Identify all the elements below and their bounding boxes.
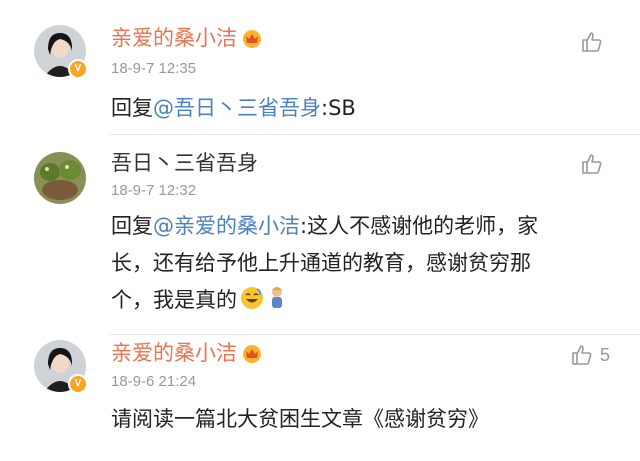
like-count: 5 bbox=[599, 344, 610, 365]
avatar[interactable] bbox=[34, 152, 86, 204]
avatar[interactable]: V bbox=[34, 25, 88, 79]
comment-text: 请阅读一篇北大贫困生文章《感谢贫穷》 bbox=[111, 407, 489, 431]
verified-badge-icon: V bbox=[68, 374, 88, 394]
mention-link[interactable]: @亲爱的桑小洁 bbox=[153, 214, 300, 238]
like-button[interactable] bbox=[580, 152, 610, 176]
like-button[interactable] bbox=[580, 30, 610, 54]
mention-link[interactable]: @吾日丶三省吾身 bbox=[153, 96, 321, 120]
verified-badge-icon: V bbox=[68, 59, 88, 79]
comment-item: V 亲爱的桑小洁 18-9-6 21:24 请阅读一篇北大贫困生文章《感谢贫穷》… bbox=[0, 335, 640, 461]
comment-username[interactable]: 亲爱的桑小洁 bbox=[111, 25, 263, 51]
comment-username[interactable]: 亲爱的桑小洁 bbox=[111, 340, 263, 366]
person-emoji-icon bbox=[272, 287, 282, 308]
avatar[interactable]: V bbox=[34, 340, 88, 394]
vip-crown-icon bbox=[243, 30, 261, 48]
comment-timestamp: 18-9-7 12:32 bbox=[111, 182, 197, 199]
grin-emoji-icon bbox=[241, 287, 263, 309]
thumbs-up-icon bbox=[582, 32, 602, 52]
comment-text: 回复@吾日丶三省吾身:SB bbox=[111, 96, 356, 120]
comment-item: 吾日丶三省吾身 18-9-7 12:32 回复@亲爱的桑小洁:这人不感谢他的老师… bbox=[0, 135, 640, 335]
comment-timestamp: 18-9-7 12:35 bbox=[111, 60, 197, 77]
thumbs-up-icon bbox=[582, 154, 602, 174]
avatar-image bbox=[34, 152, 86, 204]
vip-crown-icon bbox=[243, 345, 261, 363]
comment-item: V 亲爱的桑小洁 18-9-7 12:35 回复@吾日丶三省吾身:SB bbox=[0, 0, 640, 135]
comment-timestamp: 18-9-6 21:24 bbox=[111, 373, 197, 390]
like-button[interactable]: 5 bbox=[570, 343, 610, 367]
comment-username[interactable]: 吾日丶三省吾身 bbox=[111, 150, 258, 176]
comment-text: 回复@亲爱的桑小洁:这人不感谢他的老师，家 长，还有给予他上升通道的教育，感谢贫穷… bbox=[111, 214, 539, 312]
thumbs-up-icon bbox=[572, 345, 592, 365]
